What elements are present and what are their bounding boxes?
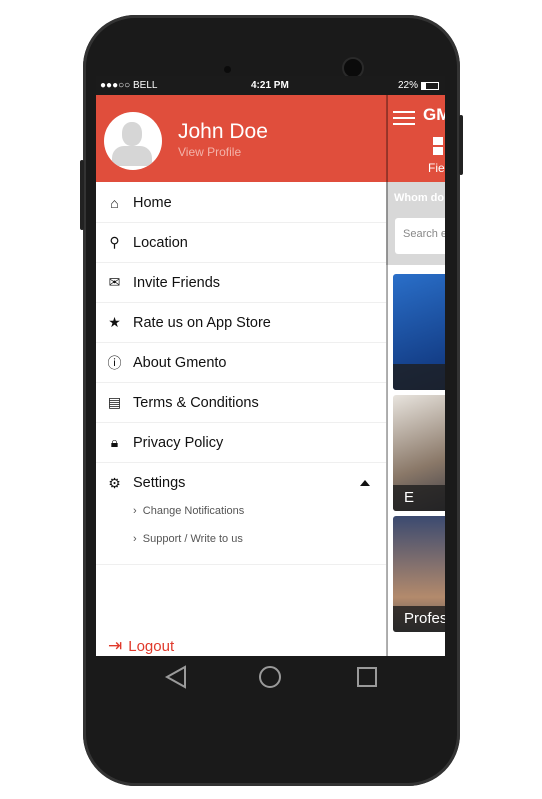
star-icon: ★ [108,314,121,330]
app-title: GM [423,105,445,124]
hamburger-menu-icon[interactable] [393,111,415,129]
category-card[interactable] [393,274,445,390]
search-prompt: Whom do [394,192,445,204]
recents-icon[interactable] [357,667,377,687]
camera [224,66,231,73]
tab-label[interactable]: Fie [428,161,445,175]
info-icon: ⓘ [107,354,122,371]
menu-item-terms[interactable]: ▤ Terms & Conditions [96,383,386,423]
avatar[interactable] [104,112,162,170]
power-button[interactable] [459,115,463,175]
menu-item-location[interactable]: ⚲ Location [96,223,386,263]
profile-name: John Doe [178,120,268,143]
category-card[interactable]: E [393,395,445,511]
category-card[interactable]: Profes [393,516,445,632]
profile-header[interactable]: John Doe View Profile [96,95,386,182]
home-icon: ⌂ [110,194,119,211]
grid-icon[interactable] [433,137,443,157]
envelope-icon: ✉ [108,274,121,290]
view-profile-link[interactable]: View Profile [178,145,241,159]
menu-item-privacy[interactable]: 🔒︎ Privacy Policy [96,423,386,463]
carrier: ●●●○○ BELL [100,80,158,91]
screen: ●●●○○ BELL 4:21 PM 22% GM Fie Whom do Se… [96,76,445,656]
submenu-change-notifications[interactable]: › Change Notifications [133,505,244,517]
battery-percent: 22% [397,80,418,91]
menu-item-about[interactable]: ⓘ About Gmento [96,343,386,383]
main-screen-behind: GM Fie Whom do Search e E Profes [386,95,445,656]
clock: 4:21 PM [251,80,289,91]
search-input[interactable]: Search e [395,218,445,254]
earpiece [344,59,362,77]
back-icon[interactable] [164,665,186,689]
map-pin-icon: ⚲ [109,234,120,250]
collapse-arrow-icon[interactable] [360,480,370,486]
menu-item-settings[interactable]: ⚙ Settings [96,463,386,503]
gear-icon: ⚙ [108,474,121,491]
menu-item-rate[interactable]: ★ Rate us on App Store [96,303,386,343]
search-section: Whom do Search e [386,182,445,265]
navigation-drawer: John Doe View Profile ⌂ Home ⚲ Location ✉ I… [96,95,386,656]
home-nav-icon[interactable] [259,666,281,688]
menu-item-home[interactable]: ⌂ Home [96,183,386,223]
menu-item-invite-friends[interactable]: ✉ Invite Friends [96,263,386,303]
divider [96,564,386,565]
battery-icon [421,81,439,90]
status-bar: ●●●○○ BELL 4:21 PM 22% [96,76,445,95]
app-header: GM Fie [386,95,445,182]
document-icon: ▤ [107,394,122,410]
android-nav-bar [164,665,377,689]
volume-button[interactable] [80,160,84,230]
logout-button[interactable]: ⇥ Logout [108,636,174,656]
submenu-support[interactable]: › Support / Write to us [133,533,243,545]
logout-icon: ⇥ [108,636,123,655]
lock-icon: 🔒︎ [110,434,119,450]
